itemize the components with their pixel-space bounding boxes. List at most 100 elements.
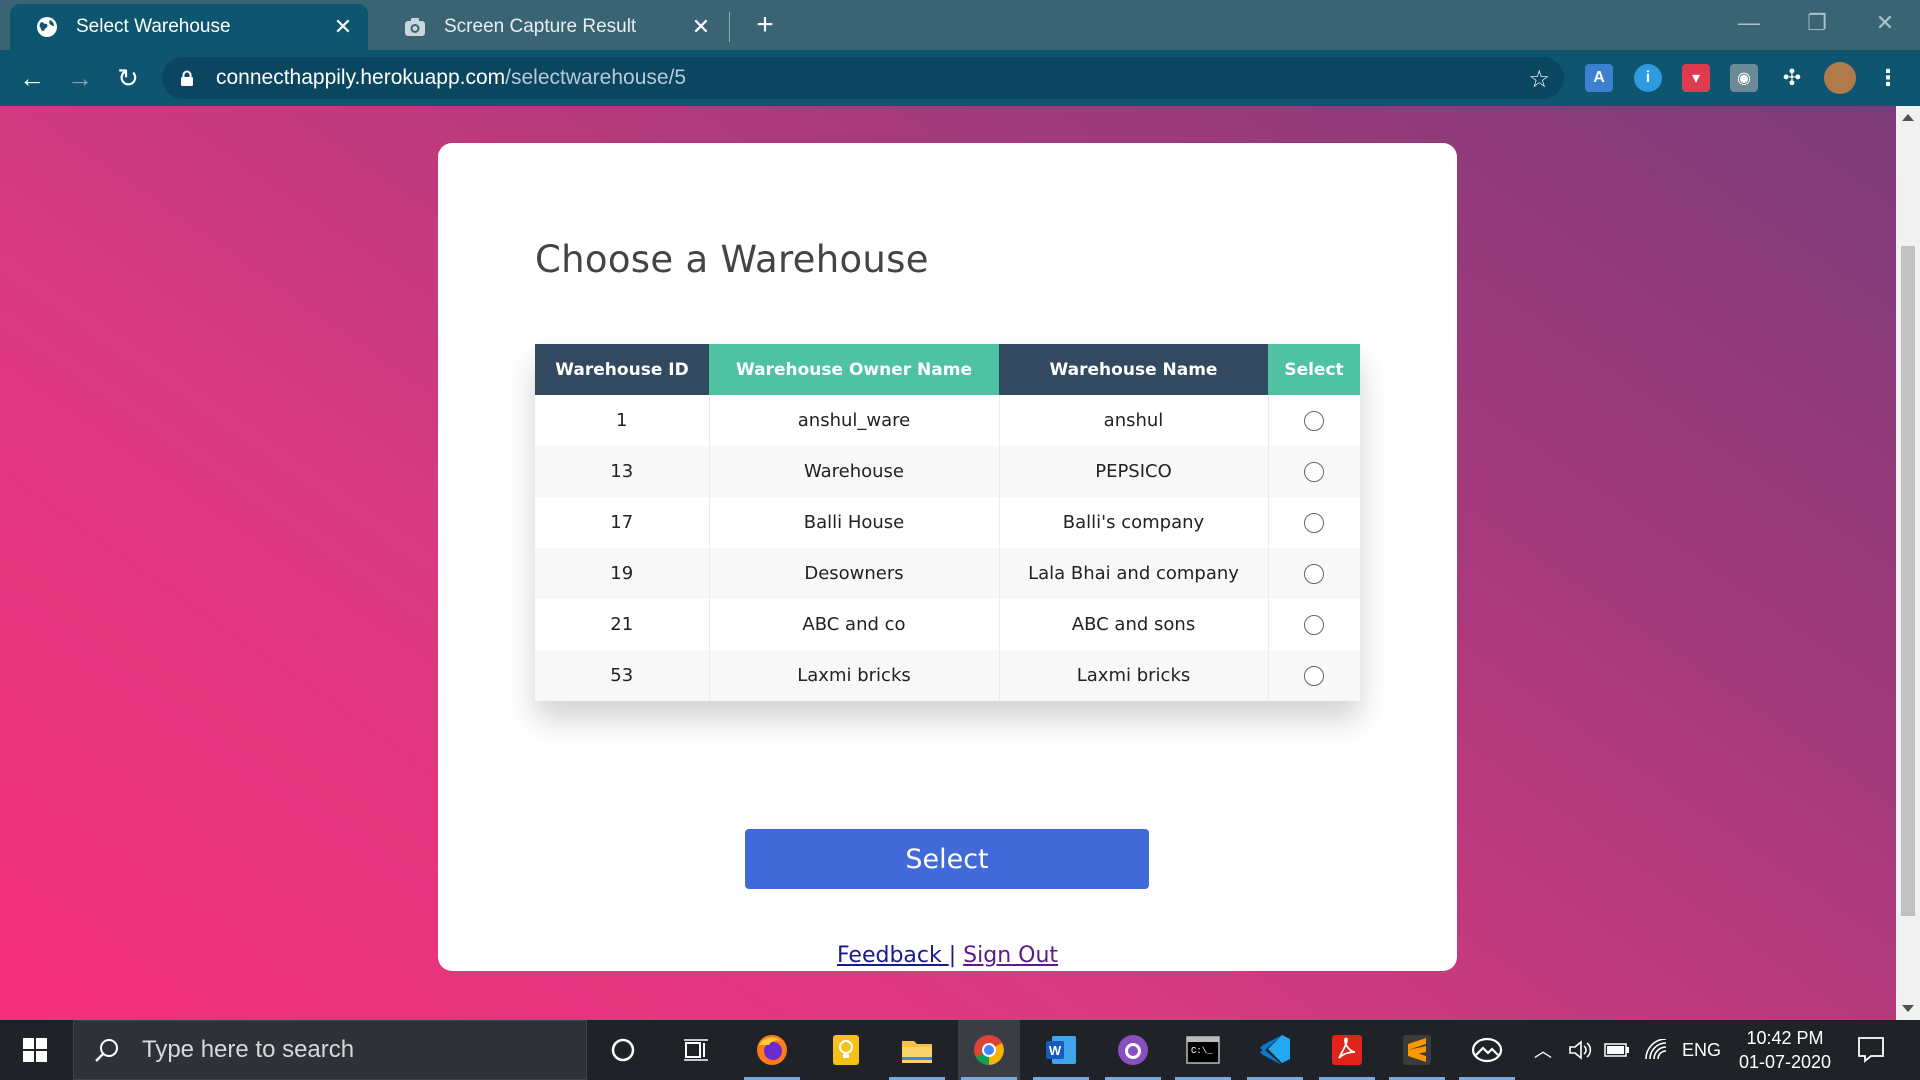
- link-separator: |: [948, 943, 957, 968]
- url-host: connecthappily.herokuapp.com: [216, 66, 506, 89]
- cell-name: ABC and sons: [999, 599, 1269, 650]
- select-radio[interactable]: [1304, 564, 1325, 584]
- cell-owner: Warehouse: [709, 446, 1000, 497]
- table-row: 1 anshul_ware anshul: [535, 395, 1360, 446]
- notification-center-icon[interactable]: [1856, 1034, 1888, 1066]
- close-tab-icon[interactable]: ✕: [690, 14, 712, 39]
- pocket-extension-icon[interactable]: ▾: [1682, 64, 1710, 92]
- select-button[interactable]: Select: [745, 829, 1149, 889]
- cell-select: [1268, 650, 1360, 701]
- taskbar-search-box[interactable]: Type here to search: [73, 1020, 587, 1080]
- browser-tab-bar: Select Warehouse ✕ Screen Capture Result…: [0, 0, 1920, 50]
- cell-select: [1268, 395, 1360, 446]
- cell-id: 19: [535, 548, 710, 599]
- new-tab-plus-icon[interactable]: +: [748, 8, 782, 42]
- page-scrollbar[interactable]: [1896, 106, 1920, 1020]
- cell-name: anshul: [999, 395, 1269, 446]
- url-text: connecthappily.herokuapp.com/selectwareh…: [216, 66, 686, 90]
- cell-id: 1: [535, 395, 710, 446]
- extensions-puzzle-icon[interactable]: ✣: [1778, 64, 1806, 92]
- feedback-link[interactable]: Feedback: [837, 943, 949, 968]
- show-hidden-icons-chevron-icon[interactable]: ︿: [1534, 1020, 1552, 1080]
- select-radio[interactable]: [1304, 462, 1325, 482]
- camera-icon: [404, 16, 426, 38]
- select-radio[interactable]: [1304, 615, 1325, 635]
- cell-owner: ABC and co: [709, 599, 1000, 650]
- cell-select: [1268, 446, 1360, 497]
- tab-title: Screen Capture Result: [444, 16, 637, 37]
- sublime-text-icon[interactable]: [1389, 1030, 1445, 1080]
- sign-out-link[interactable]: Sign Out: [963, 943, 1058, 968]
- table-row: 21 ABC and co ABC and sons: [535, 599, 1360, 650]
- cell-owner: Desowners: [709, 548, 1000, 599]
- scroll-down-arrow-icon[interactable]: [1902, 1005, 1914, 1012]
- lightbulb-app-icon[interactable]: [826, 1030, 866, 1070]
- table-row: 53 Laxmi bricks Laxmi bricks: [535, 650, 1360, 701]
- clock-time: 10:42 PM: [1746, 1028, 1824, 1048]
- profile-avatar[interactable]: [1824, 62, 1856, 94]
- cell-owner: Laxmi bricks: [709, 650, 1000, 701]
- table-row: 17 Balli House Balli's company: [535, 497, 1360, 548]
- close-window-icon[interactable]: ✕: [1870, 8, 1900, 38]
- select-radio[interactable]: [1304, 513, 1325, 533]
- back-arrow-icon[interactable]: ←: [14, 60, 50, 96]
- select-radio[interactable]: [1304, 666, 1325, 686]
- scroll-up-arrow-icon[interactable]: [1902, 114, 1914, 121]
- menu-kebab-icon[interactable]: ⋮: [1874, 64, 1902, 92]
- footer-links: Feedback | Sign Out: [438, 943, 1457, 968]
- header-warehouse-id: Warehouse ID: [535, 344, 709, 395]
- file-explorer-icon[interactable]: [889, 1030, 945, 1080]
- close-tab-icon[interactable]: ✕: [332, 14, 354, 39]
- vscode-icon[interactable]: [1247, 1030, 1303, 1080]
- cell-select: [1268, 548, 1360, 599]
- info-extension-icon[interactable]: i: [1634, 64, 1662, 92]
- task-view-icon[interactable]: [676, 1030, 716, 1070]
- restore-icon[interactable]: ❐: [1802, 8, 1832, 38]
- cell-name: Balli's company: [999, 497, 1269, 548]
- photos-app-icon[interactable]: [1459, 1030, 1515, 1080]
- word-icon[interactable]: W: [1033, 1030, 1089, 1080]
- cell-id: 17: [535, 497, 710, 548]
- firefox-icon[interactable]: [744, 1030, 800, 1080]
- cell-select: [1268, 497, 1360, 548]
- language-indicator[interactable]: ENG: [1682, 1020, 1721, 1080]
- scrollbar-thumb[interactable]: [1901, 246, 1915, 916]
- tab-title: Select Warehouse: [76, 16, 231, 37]
- tab-separator: [729, 12, 730, 42]
- chrome-icon[interactable]: [961, 1030, 1017, 1080]
- battery-icon[interactable]: [1604, 1020, 1630, 1080]
- translate-extension-icon[interactable]: A: [1585, 64, 1613, 92]
- browser-toolbar: ← → ↻ connecthappily.herokuapp.com/selec…: [0, 50, 1920, 106]
- cortana-icon[interactable]: [603, 1030, 643, 1070]
- header-select: Select: [1268, 344, 1360, 395]
- taskbar-clock[interactable]: 10:42 PM 01-07-2020: [1730, 1026, 1840, 1074]
- github-desktop-icon[interactable]: [1105, 1030, 1161, 1080]
- acrobat-icon[interactable]: [1319, 1030, 1375, 1080]
- table-row: 13 Warehouse PEPSICO: [535, 446, 1360, 497]
- select-radio[interactable]: [1304, 411, 1325, 431]
- address-bar[interactable]: connecthappily.herokuapp.com/selectwareh…: [162, 57, 1564, 99]
- windows-start-icon[interactable]: [0, 1020, 70, 1080]
- header-warehouse-name: Warehouse Name: [999, 344, 1268, 395]
- tab-screen-capture[interactable]: Screen Capture Result ✕: [378, 4, 726, 50]
- minimize-icon[interactable]: —: [1734, 8, 1764, 38]
- warehouse-table: Warehouse ID Warehouse Owner Name Wareho…: [535, 344, 1360, 701]
- reload-icon[interactable]: ↻: [110, 60, 146, 96]
- wifi-icon[interactable]: [1644, 1020, 1668, 1080]
- cell-name: Laxmi bricks: [999, 650, 1269, 701]
- page-viewport: Choose a Warehouse Warehouse ID Warehous…: [0, 106, 1896, 1020]
- forward-arrow-icon[interactable]: →: [62, 60, 98, 96]
- camera-extension-icon[interactable]: ◉: [1730, 64, 1758, 92]
- cell-owner: anshul_ware: [709, 395, 1000, 446]
- bookmark-star-icon[interactable]: ☆: [1528, 65, 1550, 94]
- globe-icon: [36, 16, 58, 38]
- search-placeholder: Type here to search: [142, 1036, 355, 1063]
- volume-icon[interactable]: [1568, 1020, 1592, 1080]
- terminal-icon[interactable]: C:\_: [1175, 1030, 1231, 1080]
- header-owner-name: Warehouse Owner Name: [709, 344, 999, 395]
- page-title: Choose a Warehouse: [535, 238, 929, 281]
- lock-icon: [180, 69, 196, 87]
- tab-select-warehouse[interactable]: Select Warehouse ✕: [10, 4, 368, 50]
- cell-name: Lala Bhai and company: [999, 548, 1269, 599]
- cell-id: 13: [535, 446, 710, 497]
